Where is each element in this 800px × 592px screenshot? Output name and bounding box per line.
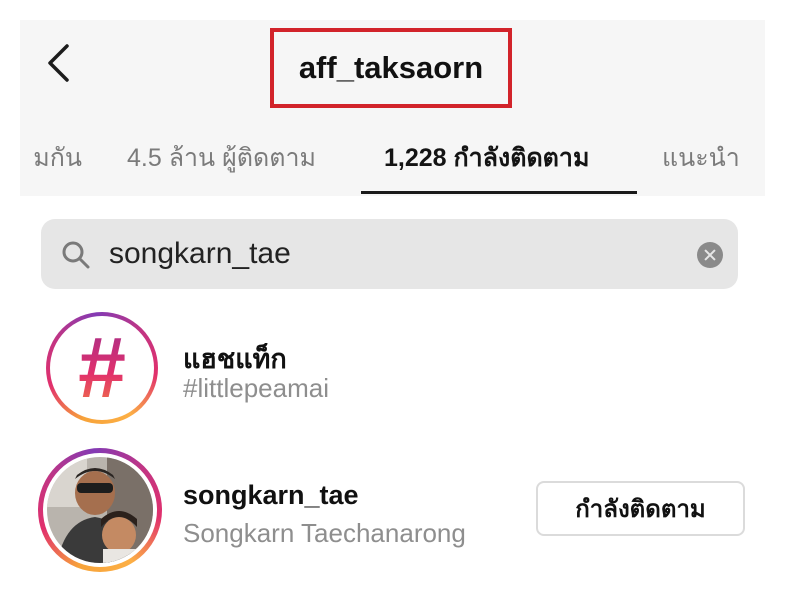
- clear-search-icon[interactable]: [697, 242, 723, 268]
- result-username: songkarn_tae: [183, 480, 359, 510]
- chevron-left-icon: [48, 44, 69, 82]
- profile-username: aff_taksaorn: [298, 50, 484, 85]
- tab-mutual[interactable]: มกัน: [20, 138, 82, 178]
- back-button[interactable]: [38, 38, 78, 88]
- active-tab-indicator: [361, 191, 637, 194]
- hashtag-icon: #: [50, 316, 154, 420]
- tab-followers[interactable]: 4.5 ล้าน ผู้ติดตาม: [127, 138, 316, 178]
- tab-following[interactable]: 1,228 กำลังติดตาม: [384, 138, 589, 178]
- username-highlight-box: aff_taksaorn: [270, 28, 512, 108]
- result-fullname: Songkarn Taechanarong: [183, 518, 466, 548]
- avatar: [47, 457, 153, 563]
- tab-mutual-label: มกัน: [33, 144, 82, 172]
- search-bar[interactable]: [41, 219, 738, 289]
- search-input[interactable]: [109, 229, 669, 279]
- tab-suggested[interactable]: แนะนำ: [662, 138, 740, 178]
- hashtag-avatar-ring: #: [46, 312, 158, 424]
- result-subtitle: #littlepeamai: [183, 373, 329, 403]
- following-button[interactable]: กำลังติดตาม: [536, 481, 745, 536]
- user-avatar-ring: [38, 448, 162, 572]
- search-icon: [62, 241, 90, 269]
- follow-tabs: มกัน 4.5 ล้าน ผู้ติดตาม 1,228 กำลังติดตา…: [0, 128, 765, 194]
- avatar-photo: [47, 457, 153, 563]
